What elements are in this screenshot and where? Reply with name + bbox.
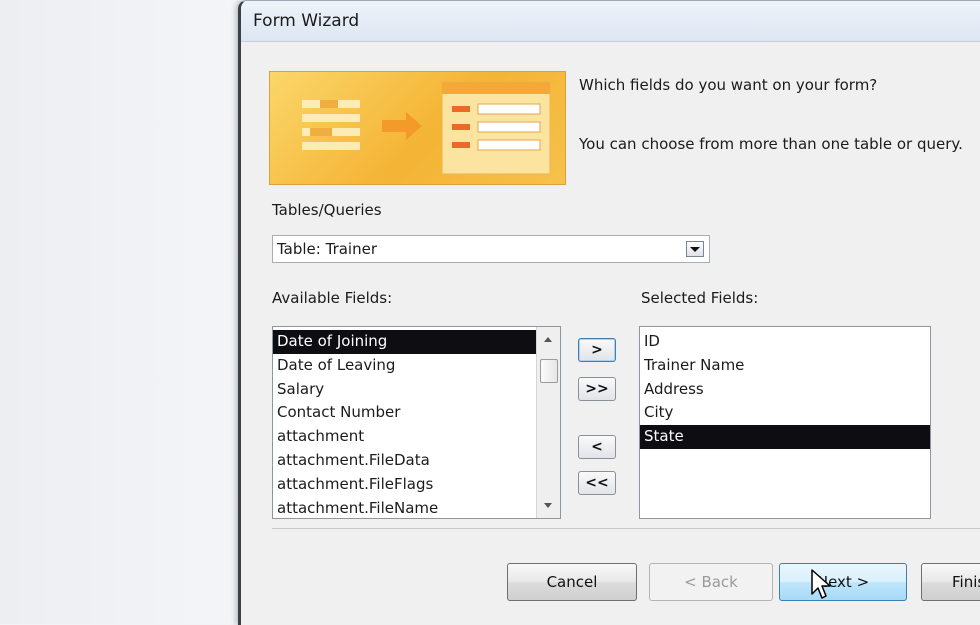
add-all-fields-button[interactable]: >> — [578, 377, 616, 401]
wizard-question: Which fields do you want on your form? — [579, 76, 878, 94]
available-fields-label: Available Fields: — [272, 289, 393, 307]
form-layout-illustration — [302, 81, 551, 175]
cancel-button[interactable]: Cancel — [507, 563, 637, 601]
next-button[interactable]: Next > — [779, 563, 907, 601]
scroll-down-icon[interactable] — [544, 503, 552, 508]
window-title: Form Wizard — [253, 11, 360, 31]
tables-queries-combobox[interactable]: Table: Trainer — [272, 235, 710, 263]
list-item[interactable]: Address — [640, 378, 930, 402]
scroll-up-icon[interactable] — [544, 337, 552, 342]
list-item[interactable]: attachment.FileFlags — [273, 473, 537, 497]
list-item[interactable]: Date of Leaving — [273, 354, 537, 378]
remove-field-button[interactable]: < — [578, 435, 616, 459]
finish-button[interactable]: Finish — [921, 563, 980, 601]
available-fields-scrollbar[interactable] — [536, 327, 560, 518]
wizard-hint: You can choose from more than one table … — [579, 135, 963, 153]
list-item[interactable]: Contact Number — [273, 401, 537, 425]
title-bar[interactable]: Form Wizard — [241, 1, 980, 42]
selected-fields-label: Selected Fields: — [641, 289, 759, 307]
list-item[interactable]: City — [640, 401, 930, 425]
remove-all-fields-button[interactable]: << — [578, 471, 616, 495]
list-item[interactable]: attachment.FileName — [273, 497, 537, 518]
list-item[interactable]: State — [640, 425, 930, 449]
list-item[interactable]: Trainer Name — [640, 354, 930, 378]
available-fields-list[interactable]: Date of Joining Date of Leaving Salary C… — [272, 326, 561, 519]
list-item[interactable]: attachment — [273, 425, 537, 449]
mouse-pointer-icon — [811, 569, 831, 599]
footer-divider — [272, 528, 980, 529]
selected-fields-list[interactable]: ID Trainer Name Address City State — [639, 326, 931, 519]
chevron-down-icon[interactable] — [686, 241, 704, 257]
list-item[interactable]: ID — [640, 330, 930, 354]
form-wizard-dialog: Form Wizard Which fields do you want on … — [238, 0, 980, 625]
add-field-button[interactable]: > — [578, 338, 616, 362]
wizard-illustration — [269, 71, 566, 185]
back-button[interactable]: < Back — [649, 563, 773, 601]
list-item[interactable]: Date of Joining — [273, 330, 537, 354]
list-item[interactable]: Salary — [273, 378, 537, 402]
scroll-thumb[interactable] — [540, 359, 558, 383]
desktop-background — [0, 0, 238, 624]
list-item[interactable]: attachment.FileData — [273, 449, 537, 473]
tables-queries-label: Tables/Queries — [272, 201, 382, 219]
tables-queries-value: Table: Trainer — [277, 240, 377, 258]
